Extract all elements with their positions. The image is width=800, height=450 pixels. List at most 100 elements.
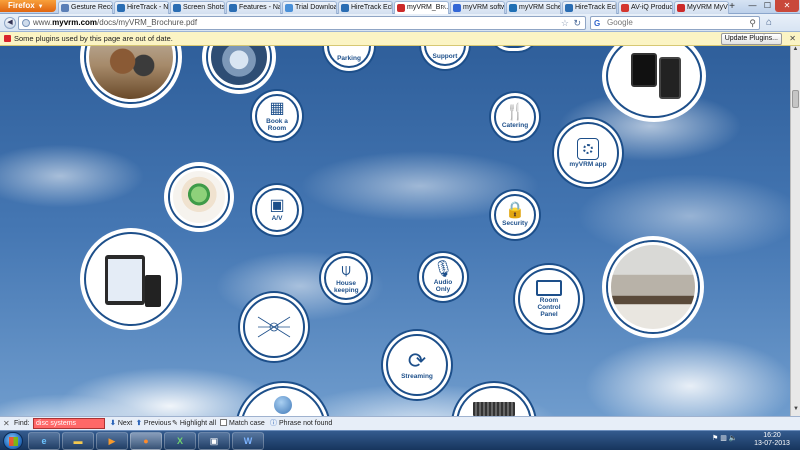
excel-icon: X xyxy=(176,436,183,446)
clock-date: 13-07-2013 xyxy=(754,440,790,447)
browser-tab[interactable]: myVRM softw... xyxy=(450,1,505,14)
favicon-icon xyxy=(565,4,573,12)
taskbar-word[interactable]: W xyxy=(232,432,264,450)
browser-tab[interactable]: MyVRM MyVR... xyxy=(674,1,729,14)
taskbar-firefox[interactable]: ● xyxy=(130,432,162,450)
firefox-icon: ● xyxy=(143,436,149,446)
taskbar-program[interactable]: ▣ xyxy=(198,432,230,450)
taskbar-explorer[interactable]: ▬ xyxy=(62,432,94,450)
system-tray[interactable]: ⚑ ▥ 🔈 xyxy=(712,434,738,442)
favicon-icon xyxy=(453,4,461,12)
back-button[interactable]: ◀ xyxy=(4,17,16,29)
url-prefix: www. xyxy=(33,18,53,27)
browser-tab[interactable]: Screen Shots -... xyxy=(170,1,225,14)
security-label: Security xyxy=(502,220,528,227)
partial-bubble xyxy=(494,46,534,48)
bookmark-star-icon[interactable]: ☆ xyxy=(561,17,569,29)
room-icon: ▦ xyxy=(269,99,285,117)
browser-tab[interactable]: AV-iQ Produc... xyxy=(618,1,673,14)
favicon-icon xyxy=(61,4,69,12)
sync-icon: ⟳ xyxy=(407,348,427,373)
audio-only-label: Audio Only xyxy=(433,278,453,293)
url-bar[interactable]: www.myvrm.com/docs/myVRM_Brochure.pdf ☆ … xyxy=(18,16,586,30)
taskbar-excel[interactable]: X xyxy=(164,432,196,450)
close-tab-icon[interactable]: × xyxy=(442,2,446,14)
browser-tab[interactable]: myVRM Sche... xyxy=(506,1,561,14)
cutlery-icon: 🍴 xyxy=(505,104,525,121)
arrow-down-icon: ⬇ xyxy=(110,420,116,427)
phone-icon xyxy=(145,275,161,307)
tab-label: myVRM Sche... xyxy=(519,4,560,11)
pdf-content: Parking Support ▦ Book a Room 🍴 Catering… xyxy=(0,46,790,416)
book-room-bubble: ▦ Book a Room xyxy=(255,94,299,138)
plugin-notification-bar: Some plugins used by this page are out o… xyxy=(0,32,800,46)
close-icon[interactable]: ✕ xyxy=(789,32,796,46)
browser-tab[interactable]: HireTrack Ecli... xyxy=(562,1,617,14)
highlight-all-button[interactable]: ✎ Highlight all xyxy=(172,417,216,430)
close-window-button[interactable]: ✕ xyxy=(775,0,799,12)
home-icon[interactable]: ⌂ xyxy=(766,17,778,29)
url-domain: myvrm.com xyxy=(52,18,98,27)
checkbox-icon xyxy=(220,419,227,426)
favicon-icon xyxy=(509,4,517,12)
lock-shield-icon: 🔒 xyxy=(505,202,525,219)
browser-tab[interactable]: Trial Downloa... xyxy=(282,1,337,14)
browser-tab[interactable]: Features - Nav... xyxy=(226,1,281,14)
phone-icon xyxy=(659,57,681,99)
new-tab-button[interactable]: + xyxy=(726,1,738,13)
favicon-icon xyxy=(173,4,181,12)
broom-icon: ⍦ xyxy=(341,261,351,279)
browser-tab[interactable]: myVRM_Br... × xyxy=(394,1,449,14)
streaming-label: Streaming xyxy=(401,373,433,380)
close-find-icon[interactable]: ✕ xyxy=(3,417,10,430)
word-icon: W xyxy=(243,436,253,446)
clock[interactable]: 16:20 13-07-2013 xyxy=(752,432,792,448)
favicon-icon xyxy=(285,4,293,12)
clock-time: 16:20 xyxy=(763,432,781,439)
search-icon[interactable]: ⚲ xyxy=(749,17,756,29)
media-player-icon: ▶ xyxy=(108,435,116,446)
catering-label: Catering xyxy=(501,122,529,129)
find-previous-button[interactable]: ⬆ Previous xyxy=(136,417,171,430)
tab-label: Trial Downloa... xyxy=(295,4,337,11)
find-input[interactable]: disc systems xyxy=(33,418,105,429)
av-label: A/V xyxy=(271,215,283,222)
tab-strip: Firefox▼ Gesture Recog... HireTrack - N..… xyxy=(0,0,800,14)
tab-label: MyVRM MyVR... xyxy=(687,4,728,11)
server-icon xyxy=(473,402,515,416)
maximize-button[interactable]: ☐ xyxy=(760,0,775,12)
arrow-up-icon: ⬆ xyxy=(136,420,142,427)
window-icon: ▣ xyxy=(209,435,219,446)
find-status: ⓘ Phrase not found xyxy=(270,417,332,430)
favicon-icon xyxy=(677,4,685,12)
tab-label: HireTrack - N... xyxy=(127,4,169,11)
scrollbar-thumb[interactable] xyxy=(792,90,799,108)
favicon-icon xyxy=(341,4,349,12)
folder-icon: ▬ xyxy=(73,436,83,446)
browser-tab[interactable]: HireTrack - N... xyxy=(114,1,169,14)
minimize-button[interactable]: — xyxy=(745,0,760,12)
search-input[interactable]: G Google ⚲ xyxy=(590,16,760,30)
match-case-checkbox[interactable]: Match case xyxy=(220,417,265,430)
browser-tab[interactable]: Gesture Recog... xyxy=(58,1,113,14)
taskbar-ie[interactable]: e xyxy=(28,432,60,450)
start-button[interactable] xyxy=(3,432,23,450)
taskbar-media-player[interactable]: ▶ xyxy=(96,432,128,450)
tab-label: Screen Shots -... xyxy=(183,4,225,11)
scroll-down-arrow[interactable]: ▼ xyxy=(791,406,800,416)
tablet-icon xyxy=(105,255,145,305)
scroll-up-arrow[interactable]: ▲ xyxy=(791,46,800,56)
reload-icon[interactable]: ↻ xyxy=(573,17,581,29)
globe-bubble xyxy=(240,386,326,416)
favicon-icon xyxy=(117,4,125,12)
network-diagram-icon xyxy=(257,316,291,338)
vertical-scrollbar[interactable]: ▲ ▼ xyxy=(790,46,800,416)
tab-label: Features - Nav... xyxy=(239,4,280,11)
firefox-menu-button[interactable]: Firefox ▼ xyxy=(0,0,56,12)
find-next-button[interactable]: ⬇ Next xyxy=(110,417,132,430)
favicon-icon xyxy=(397,4,405,12)
update-plugins-button[interactable]: Update Plugins... xyxy=(720,33,782,45)
firefox-menu-label: Firefox xyxy=(8,1,35,10)
browser-tab[interactable]: HireTrack Ecli... xyxy=(338,1,393,14)
support-bubble: Support xyxy=(424,46,466,66)
